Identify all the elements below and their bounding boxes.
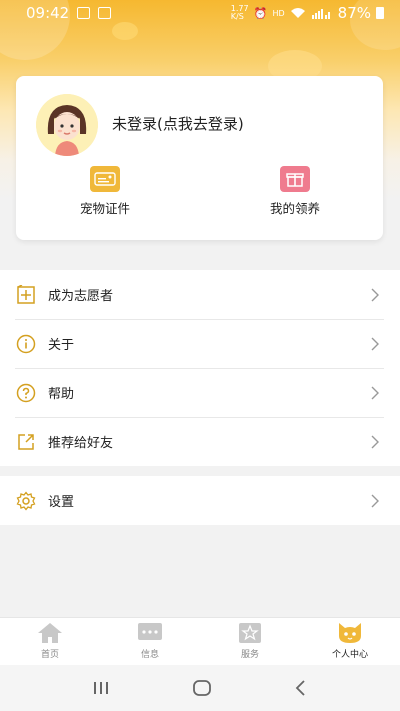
home-button-icon[interactable]	[192, 679, 212, 697]
battery-percent: 87%	[337, 4, 371, 22]
check-icon	[98, 7, 112, 19]
signal-icon	[311, 9, 330, 19]
pet-id-button[interactable]: 宠物证件	[60, 166, 150, 217]
avatar[interactable]	[36, 94, 98, 156]
tab-label: 首页	[40, 650, 59, 660]
home-icon	[38, 623, 62, 643]
gear-icon	[15, 490, 37, 512]
back-icon[interactable]	[293, 679, 309, 697]
quick-label: 宠物证件	[79, 201, 130, 216]
alarm-icon: ⏰	[253, 6, 268, 20]
menu-label: 推荐给好友	[48, 436, 114, 451]
quick-label: 我的领养	[269, 201, 320, 216]
chevron-right-icon	[371, 337, 379, 351]
menu-item-settings[interactable]: 设置	[0, 476, 400, 525]
tab-label: 服务	[240, 650, 259, 660]
status-bar: 09:42 1.77 K/S ⏰ HD 87%	[0, 0, 400, 26]
tab-home[interactable]: 首页	[0, 618, 100, 665]
tab-label: 个人中心	[331, 650, 368, 660]
tab-services[interactable]: 服务	[200, 618, 300, 665]
chevron-right-icon	[371, 386, 379, 400]
chevron-right-icon	[371, 494, 379, 508]
menu-label: 帮助	[48, 387, 75, 402]
info-icon	[15, 333, 37, 355]
volunteer-flag-icon	[15, 284, 37, 306]
menu-label: 设置	[48, 495, 75, 510]
battery-icon	[376, 7, 384, 19]
menu-item-volunteer[interactable]: 成为志愿者	[0, 270, 400, 319]
girl-avatar-icon	[36, 94, 98, 156]
cat-face-icon	[339, 623, 361, 643]
menu-item-help[interactable]: 帮助	[0, 368, 400, 417]
menu-item-about[interactable]: 关于	[0, 319, 400, 368]
hd-label: HD	[272, 8, 285, 18]
tab-messages[interactable]: 信息	[100, 618, 200, 665]
wifi-icon	[290, 8, 305, 18]
my-adoption-button[interactable]: 我的领养	[250, 166, 340, 217]
profile-card: 未登录(点我去登录) 宠物证件 我的领养	[16, 76, 383, 240]
login-prompt[interactable]: 未登录(点我去登录)	[112, 113, 244, 134]
chevron-right-icon	[371, 288, 379, 302]
id-card-icon	[90, 166, 120, 192]
bottom-tab-bar: 首页 信息 服务 个人中心	[0, 617, 400, 665]
system-nav-bar	[0, 665, 400, 711]
tab-label: 信息	[140, 650, 159, 660]
recent-apps-icon[interactable]	[91, 680, 111, 696]
gallery-icon	[77, 7, 91, 19]
menu-item-share[interactable]: 推荐给好友	[0, 417, 400, 466]
tab-profile[interactable]: 个人中心	[300, 618, 400, 665]
menu-list: 成为志愿者 关于 帮助 推荐给好友	[0, 270, 400, 466]
network-speed: 1.77 K/S	[230, 4, 249, 21]
help-icon	[15, 382, 37, 404]
gift-icon	[280, 166, 310, 192]
share-icon	[15, 431, 37, 453]
settings-section: 设置	[0, 476, 400, 525]
menu-label: 成为志愿者	[48, 289, 114, 304]
status-time: 09:42	[26, 4, 70, 22]
chevron-right-icon	[371, 435, 379, 449]
menu-label: 关于	[48, 338, 75, 353]
message-icon	[138, 623, 162, 640]
star-icon	[239, 623, 261, 643]
